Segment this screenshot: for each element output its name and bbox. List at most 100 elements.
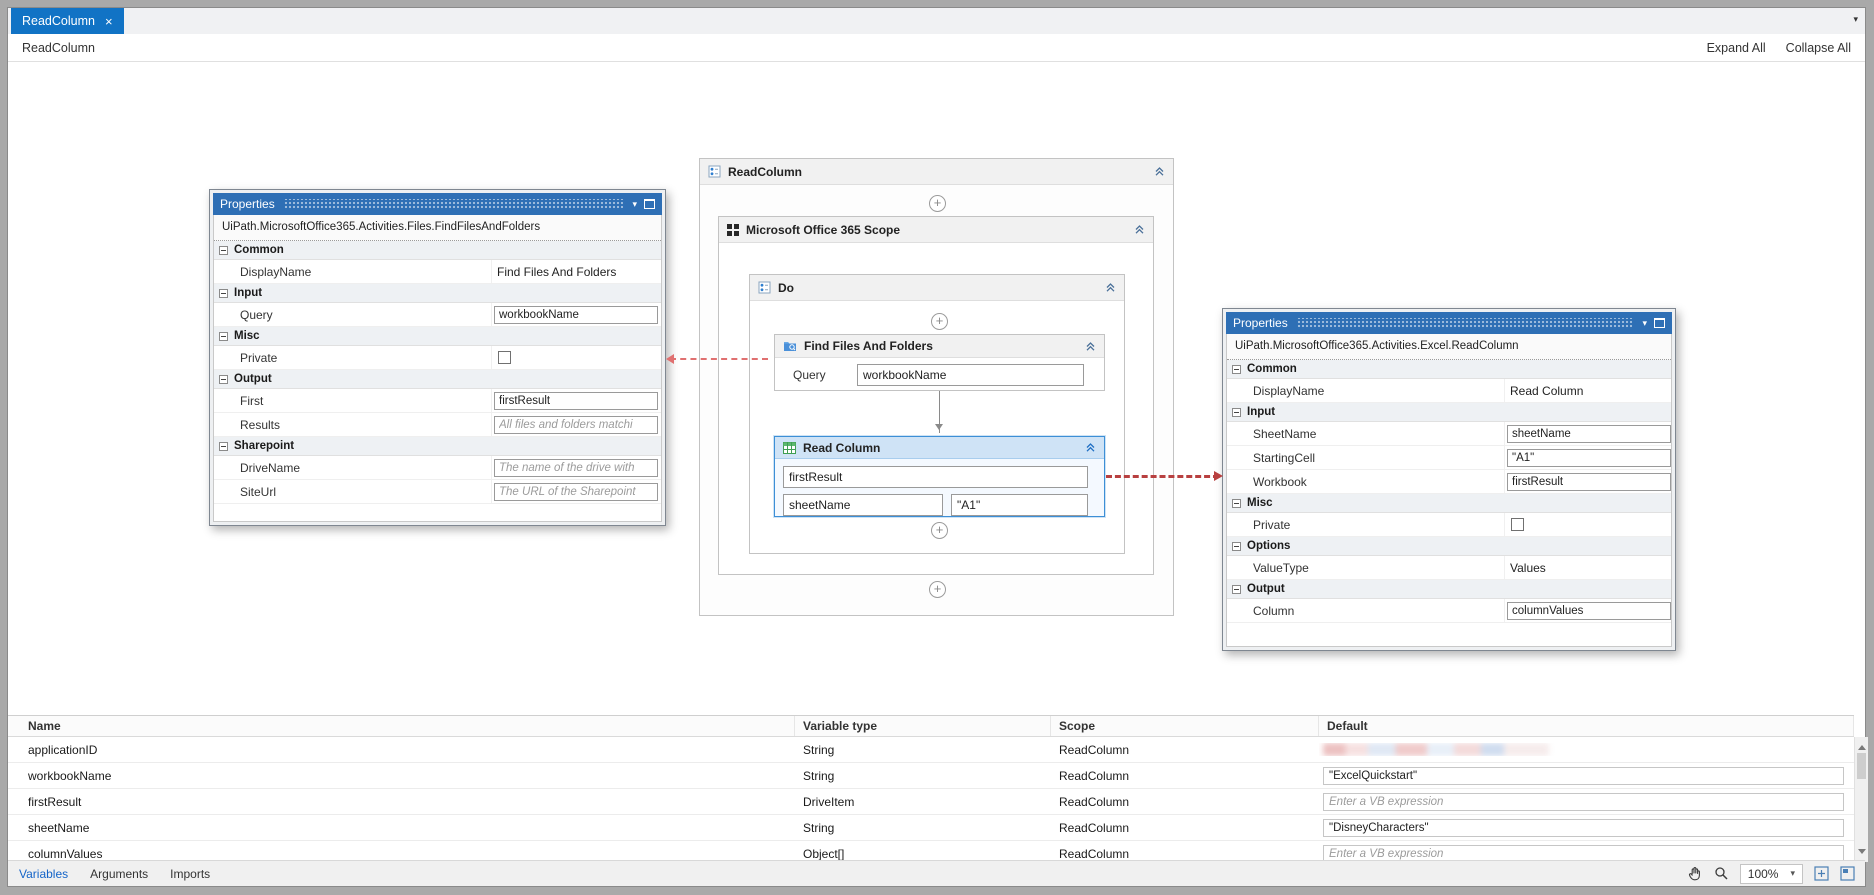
pan-hand-icon[interactable] (1687, 866, 1703, 882)
section-sharepoint[interactable]: Sharepoint (214, 437, 661, 456)
expression-editor-button[interactable]: ... (661, 416, 662, 434)
zoom-search-icon[interactable] (1714, 866, 1729, 881)
expand-all-button[interactable]: Expand All (1707, 41, 1766, 55)
displayname-value[interactable]: Find Files And Folders (494, 265, 616, 279)
first-property-input[interactable] (494, 391, 658, 410)
collapse-icon[interactable] (1085, 442, 1096, 453)
variable-type[interactable]: String (795, 821, 1051, 835)
private-checkbox[interactable] (1511, 518, 1524, 531)
collapse-icon[interactable] (1154, 166, 1165, 177)
table-row[interactable]: workbookName String ReadColumn (8, 763, 1854, 789)
collapse-box-icon[interactable] (219, 331, 228, 341)
section-options[interactable]: Options (1227, 537, 1671, 556)
column-header-name[interactable]: Name (8, 716, 795, 736)
collapse-box-icon[interactable] (1232, 407, 1241, 417)
drivename-property-input[interactable] (494, 458, 658, 477)
variable-type[interactable]: Object[] (795, 847, 1051, 861)
variable-scope[interactable]: ReadColumn (1051, 743, 1319, 757)
add-activity-button[interactable]: + (931, 313, 948, 330)
variable-name[interactable]: workbookName (8, 769, 795, 783)
expression-editor-button[interactable]: ... (661, 306, 662, 324)
section-input[interactable]: Input (214, 284, 661, 303)
section-output[interactable]: Output (1227, 580, 1671, 599)
collapse-box-icon[interactable] (1232, 498, 1241, 508)
add-activity-button[interactable]: + (929, 581, 946, 598)
window-position-chevron-icon[interactable]: ▾ (1642, 318, 1647, 329)
section-input[interactable]: Input (1227, 403, 1671, 422)
workbook-input[interactable] (783, 466, 1088, 488)
starting-cell-input[interactable] (951, 494, 1088, 516)
sheet-name-input[interactable] (783, 494, 943, 516)
variable-scope[interactable]: ReadColumn (1051, 821, 1319, 835)
section-misc[interactable]: Misc (214, 327, 661, 346)
overview-icon[interactable] (1840, 866, 1855, 881)
default-value-input[interactable] (1323, 818, 1844, 837)
find-files-header[interactable]: Find Files And Folders (775, 335, 1104, 358)
find-files-activity[interactable]: Find Files And Folders Query (774, 334, 1105, 391)
scrollbar-thumb[interactable] (1857, 753, 1866, 779)
column-header-default[interactable]: Default (1319, 716, 1854, 736)
collapse-box-icon[interactable] (1232, 541, 1241, 551)
variable-scope[interactable]: ReadColumn (1051, 769, 1319, 783)
scroll-down-icon[interactable] (1858, 849, 1866, 858)
fit-to-screen-icon[interactable] (1814, 866, 1829, 881)
collapse-icon[interactable] (1105, 282, 1116, 293)
variable-name[interactable]: columnValues (8, 847, 795, 861)
table-row[interactable]: firstResult DriveItem ReadColumn (8, 789, 1854, 815)
variable-scope[interactable]: ReadColumn (1051, 847, 1319, 861)
sequence-readcolumn-header[interactable]: ReadColumn (700, 159, 1173, 185)
maximize-icon[interactable] (1654, 318, 1665, 328)
maximize-icon[interactable] (644, 199, 655, 209)
expression-editor-button[interactable]: ... (661, 459, 662, 477)
properties-panel-titlebar[interactable]: Properties ▾ (1226, 312, 1672, 334)
section-misc[interactable]: Misc (1227, 494, 1671, 513)
results-property-input[interactable] (494, 415, 658, 434)
read-column-activity[interactable]: Read Column (774, 436, 1105, 517)
designer-canvas[interactable]: ReadColumn + Microsoft Office 365 Scope (8, 62, 1865, 715)
sequence-readcolumn[interactable]: ReadColumn + Microsoft Office 365 Scope (699, 158, 1174, 616)
tab-readcolumn[interactable]: ReadColumn × (11, 8, 124, 34)
collapse-box-icon[interactable] (219, 374, 228, 384)
section-common[interactable]: Common (214, 241, 661, 260)
expression-editor-button[interactable]: ... (661, 483, 662, 501)
variable-type[interactable]: String (795, 769, 1051, 783)
zoom-level-select[interactable]: 100% ▾ (1739, 863, 1803, 884)
collapse-icon[interactable] (1134, 224, 1145, 235)
window-position-chevron-icon[interactable]: ▾ (632, 199, 637, 210)
do-sequence[interactable]: Do + Find Files And Folders Query workbo… (749, 274, 1125, 554)
variable-name[interactable]: applicationID (8, 743, 795, 757)
add-activity-button[interactable]: + (931, 522, 948, 539)
collapse-box-icon[interactable] (219, 245, 228, 255)
read-column-header[interactable]: Read Column (775, 437, 1104, 459)
variable-type[interactable]: DriveItem (795, 795, 1051, 809)
collapse-box-icon[interactable] (219, 441, 228, 451)
office365-scope-header[interactable]: Microsoft Office 365 Scope (719, 217, 1153, 243)
variable-type[interactable]: String (795, 743, 1051, 757)
section-common[interactable]: Common (1227, 360, 1671, 379)
office365-scope-activity[interactable]: Microsoft Office 365 Scope Do + Find Fil… (718, 216, 1154, 575)
tab-arguments[interactable]: Arguments (79, 867, 159, 881)
properties-panel-titlebar[interactable]: Properties ▾ (213, 193, 662, 215)
tab-variables[interactable]: Variables (8, 867, 79, 881)
collapse-box-icon[interactable] (219, 288, 228, 298)
query-input[interactable] (857, 364, 1084, 386)
table-row[interactable]: sheetName String ReadColumn (8, 815, 1854, 841)
tab-overflow-chevron-icon[interactable]: ▾ (1853, 14, 1858, 25)
startingcell-property-input[interactable] (1507, 448, 1671, 467)
close-icon[interactable]: × (105, 15, 113, 28)
variable-scope[interactable]: ReadColumn (1051, 795, 1319, 809)
column-header-type[interactable]: Variable type (795, 716, 1051, 736)
breadcrumb[interactable]: ReadColumn (22, 41, 95, 55)
scroll-up-icon[interactable] (1858, 741, 1866, 750)
variable-name[interactable]: sheetName (8, 821, 795, 835)
table-row[interactable]: applicationID String ReadColumn (8, 737, 1854, 763)
add-activity-button[interactable]: + (929, 195, 946, 212)
displayname-value[interactable]: Read Column (1507, 384, 1583, 398)
sheetname-property-input[interactable] (1507, 424, 1671, 443)
default-value-input[interactable] (1323, 766, 1844, 785)
collapse-icon[interactable] (1085, 341, 1096, 352)
section-output[interactable]: Output (214, 370, 661, 389)
workbook-property-input[interactable] (1507, 472, 1671, 491)
column-header-scope[interactable]: Scope (1051, 716, 1319, 736)
query-property-input[interactable] (494, 305, 658, 324)
